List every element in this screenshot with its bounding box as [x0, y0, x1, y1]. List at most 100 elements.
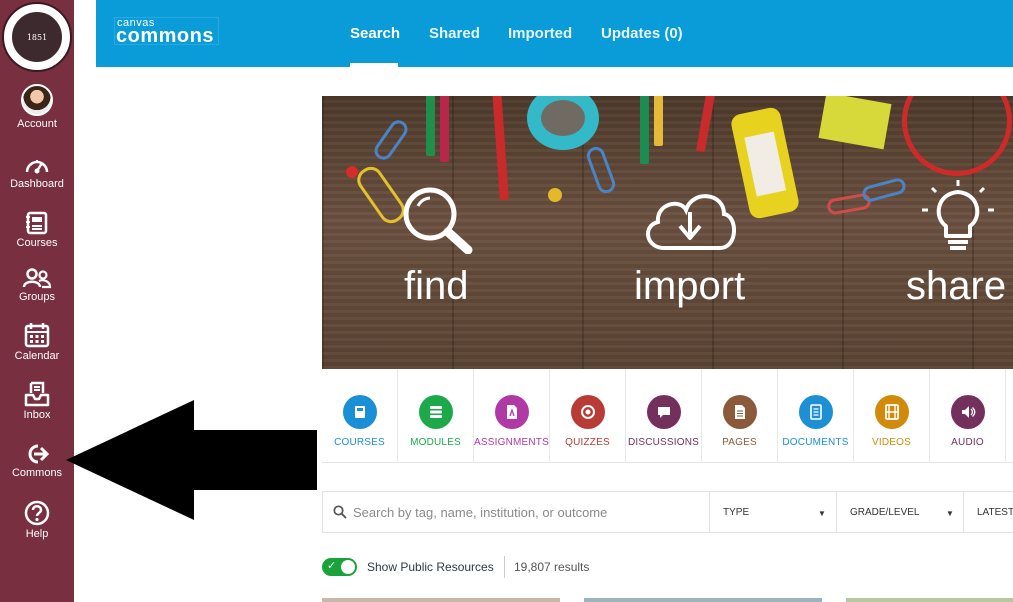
tab-updates[interactable]: Updates (0)	[601, 25, 683, 42]
nav-label: Inbox	[23, 409, 51, 421]
category-label: ASSIGNMENTS	[474, 437, 549, 448]
discussions-icon	[646, 395, 681, 429]
resource-card[interactable]	[584, 598, 822, 602]
nav-label: Courses	[16, 237, 58, 249]
nav-label: Account	[17, 118, 57, 130]
cloud-download-icon	[646, 194, 737, 250]
category-label: PAGES	[722, 437, 757, 448]
university-seal-logo[interactable]: 1851	[2, 2, 72, 72]
checkmark-icon: ✓	[327, 559, 337, 572]
nav-label: Help	[25, 528, 49, 540]
assignments-icon	[494, 395, 529, 429]
category-discussions[interactable]: DISCUSSIONS	[626, 369, 702, 463]
modules-icon	[418, 395, 453, 429]
results-count: 19,807 results	[514, 560, 590, 574]
nav-item-commons[interactable]: Commons	[0, 443, 74, 480]
pushpin-decoration	[548, 188, 562, 202]
tab-search[interactable]: Search	[350, 25, 400, 42]
seal-year: 1851	[10, 10, 64, 64]
category-modules[interactable]: MODULES	[398, 369, 474, 463]
nav-label: Dashboard	[10, 178, 64, 190]
category-assignments[interactable]: ASSIGNMENTS	[474, 369, 550, 463]
nav-item-inbox[interactable]: Inbox	[0, 381, 74, 422]
chevron-down-icon: ▼	[818, 509, 826, 518]
logo-big-text: commons	[116, 25, 214, 47]
magnifier-icon	[403, 187, 473, 254]
nav-item-groups[interactable]: Groups	[0, 267, 74, 304]
courses-icon	[26, 211, 48, 235]
nav-item-help[interactable]: Help	[0, 500, 74, 541]
nav-item-courses[interactable]: Courses	[0, 211, 74, 250]
global-navigation: 1851 Account Dashboard Courses Groups Ca…	[0, 0, 74, 602]
grade-level-filter-select[interactable]: GRADE/LEVEL ▼	[836, 492, 963, 532]
pages-icon	[722, 395, 757, 429]
category-pages[interactable]: PAGES	[702, 369, 778, 463]
help-icon	[24, 500, 50, 526]
nav-item-account[interactable]: Account	[0, 84, 74, 131]
category-tiles: COURSES MODULES ASSIGNMENTS QUIZZES DISC…	[322, 369, 1013, 463]
nav-item-calendar[interactable]: Calendar	[0, 322, 74, 363]
paperclip-decoration	[860, 176, 908, 204]
category-audio[interactable]: AUDIO	[930, 369, 1006, 463]
canvas-commons-logo[interactable]: canvas commons	[114, 17, 219, 47]
documents-icon	[798, 395, 833, 429]
category-label: QUIZZES	[565, 437, 610, 448]
nav-label: Groups	[18, 291, 56, 303]
groups-icon	[22, 268, 52, 289]
wire-decoration	[902, 96, 1012, 176]
resource-card[interactable]	[846, 598, 1013, 602]
commons-header: canvas commons Search Shared Imported Up…	[96, 0, 1013, 67]
category-label: COURSES	[334, 437, 385, 448]
nav-label: Calendar	[14, 350, 60, 362]
pencil-decoration	[440, 96, 449, 162]
pencil-decoration	[426, 96, 435, 156]
pointer-arrow-annotation	[66, 400, 317, 520]
pencil-decoration	[654, 96, 663, 146]
search-input[interactable]	[353, 500, 703, 524]
category-courses[interactable]: COURSES	[322, 369, 398, 463]
toggle-knob	[341, 560, 355, 574]
resource-card[interactable]	[322, 598, 560, 602]
hero-find-text: find	[404, 264, 469, 308]
sort-filter-select[interactable]: LATEST	[963, 492, 1013, 532]
category-label: VIDEOS	[872, 437, 911, 448]
key-tag-decoration	[729, 105, 801, 221]
dashboard-icon	[25, 160, 49, 174]
hero-share-text: share	[906, 264, 1007, 308]
category-documents[interactable]: DOCUMENTS	[778, 369, 854, 463]
tab-shared[interactable]: Shared	[429, 25, 480, 42]
category-quizzes[interactable]: QUIZZES	[550, 369, 626, 463]
show-public-resources-toggle[interactable]: ✓	[322, 558, 357, 576]
pencil-decoration	[640, 96, 649, 164]
grade-level-filter-label: GRADE/LEVEL	[850, 506, 920, 518]
show-public-resources-label: Show Public Resources	[367, 560, 494, 574]
nav-item-dashboard[interactable]: Dashboard	[0, 154, 74, 191]
chevron-down-icon: ▼	[946, 509, 954, 518]
videos-icon	[874, 395, 909, 429]
pencil-decoration	[695, 96, 718, 153]
tape-roll-decoration	[527, 96, 599, 150]
nav-label: Commons	[11, 467, 63, 479]
inbox-icon	[24, 381, 50, 407]
sort-filter-label: LATEST	[977, 506, 1013, 518]
sticky-note-decoration	[818, 96, 892, 150]
user-avatar	[21, 84, 53, 116]
pencil-decoration	[492, 96, 509, 201]
type-filter-select[interactable]: TYPE ▼	[709, 492, 836, 532]
search-icon	[333, 505, 347, 519]
category-label: DISCUSSIONS	[627, 437, 700, 448]
category-overflow	[1006, 369, 1013, 463]
search-bar: TYPE ▼ GRADE/LEVEL ▼ LATEST	[322, 491, 1013, 533]
hero-import-text: import	[634, 264, 746, 308]
pushpin-decoration	[346, 166, 358, 178]
audio-icon	[950, 395, 985, 429]
category-videos[interactable]: VIDEOS	[854, 369, 930, 463]
active-tab-indicator	[350, 63, 398, 67]
tab-imported[interactable]: Imported	[508, 25, 572, 42]
category-label: AUDIO	[951, 437, 984, 448]
commons-icon	[28, 444, 50, 464]
paperclip-decoration	[584, 144, 618, 196]
category-label: MODULES	[410, 437, 461, 448]
lightbulb-icon	[922, 180, 994, 250]
hero-banner: find import share	[322, 96, 1013, 369]
